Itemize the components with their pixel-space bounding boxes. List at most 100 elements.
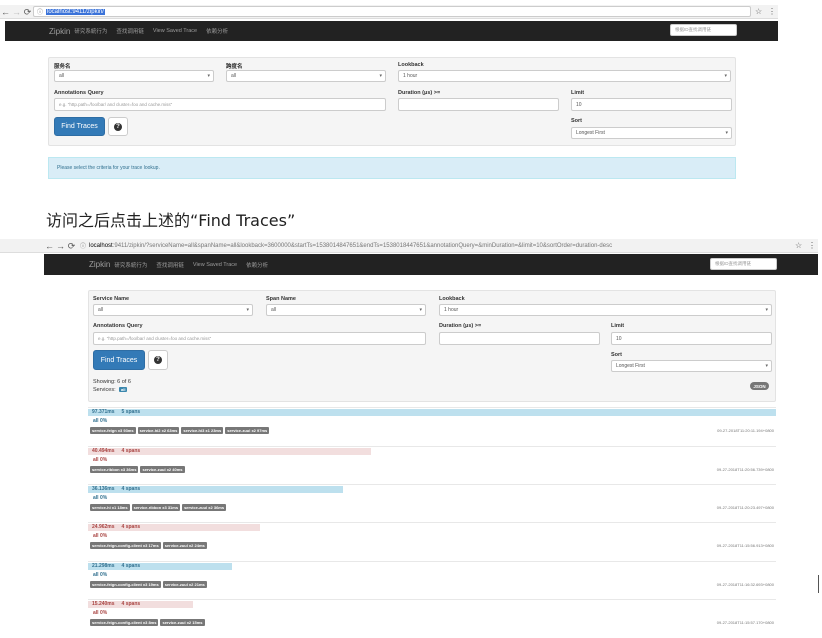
trace-span-count: 4 spans (121, 601, 141, 607)
reload-icon[interactable]: ⟳ (22, 6, 33, 18)
trace-percentage: all 0% (93, 533, 108, 539)
back-icon[interactable]: ← (44, 240, 55, 252)
navbar-top: Zipkin 研究系統行为 查找调用链 View Saved Trace 依赖分… (5, 21, 778, 41)
nav-link-view-saved-trace[interactable]: View Saved Trace (153, 28, 197, 34)
chevron-down-icon: ▾ (725, 130, 728, 136)
sort-select[interactable]: Longest First ▾ (571, 127, 732, 139)
duration-input[interactable] (398, 98, 559, 111)
span-select[interactable]: all ▾ (266, 304, 426, 316)
find-traces-button[interactable]: Find Traces (54, 117, 105, 136)
find-traces-button[interactable]: Find Traces (93, 350, 145, 370)
service-select[interactable]: all ▾ (93, 304, 253, 316)
annotations-input[interactable]: e.g. "http.path=/foo/bar/ and cluster=fo… (93, 332, 426, 345)
trace-duration-bar: 24.962ms 4 spans (88, 524, 260, 531)
service-tag: service-feign-config-client x3 17ms (90, 542, 161, 549)
trace-timestamp: 09-27-2018T11:16:32.693+0800 (716, 582, 774, 587)
lookback-select[interactable]: 1 hour ▾ (439, 304, 772, 316)
service-filter-badge[interactable]: all (119, 387, 128, 392)
trace-duration: 36.136ms (92, 486, 115, 492)
help-button[interactable]: ? (108, 117, 128, 136)
duration-input[interactable] (439, 332, 600, 345)
trace-row[interactable]: 21.298ms 4 spans all 0% service-feign-confi… (88, 561, 776, 600)
info-alert: Please select the criteria for your trac… (48, 157, 736, 179)
showing-count: Showing: 6 of 6 (93, 379, 131, 385)
limit-input[interactable]: 10 (611, 332, 772, 345)
question-icon: ? (114, 122, 122, 131)
nav-link-dependencies[interactable]: 依赖分析 (246, 261, 268, 269)
trace-percentage: all 0% (93, 418, 108, 424)
span-select[interactable]: all ▾ (226, 70, 386, 82)
nav-link-investigate[interactable]: 研究系統行为 (74, 27, 107, 35)
sort-label: Sort (611, 352, 622, 358)
sort-select-value: Longest First (576, 130, 605, 136)
trace-row[interactable]: 24.962ms 4 spans all 0% service-feign-confi… (88, 522, 776, 561)
trace-duration: 21.298ms (92, 563, 115, 569)
limit-input[interactable]: 10 (571, 98, 732, 111)
nav-link-dependencies[interactable]: 依赖分析 (206, 27, 228, 35)
help-button[interactable]: ? (148, 350, 168, 370)
lookback-select[interactable]: 1 hour ▾ (398, 70, 731, 82)
nav-link-find-traces[interactable]: 查找调用链 (156, 261, 184, 269)
json-button[interactable]: JSON (750, 382, 769, 390)
forward-icon[interactable]: → (55, 240, 66, 252)
trace-duration-bar: 21.298ms 4 spans (88, 563, 233, 570)
trace-span-count: 4 spans (121, 448, 141, 454)
reload-icon[interactable]: ⟳ (66, 240, 77, 252)
trace-timestamp: 09-27-2018T11:15:57.170+0800 (716, 620, 774, 625)
lookback-select-value: 1 hour (403, 73, 418, 79)
span-label: Span Name (266, 296, 296, 302)
brand-logo[interactable]: Zipkin (89, 260, 110, 269)
bookmark-star-icon[interactable]: ☆ (755, 7, 762, 16)
service-tag: service-ribbon x3 36ms (90, 466, 139, 473)
trace-id-search-input[interactable]: 根据ID查找调用链 (670, 24, 737, 36)
brand-logo[interactable]: Zipkin (49, 27, 70, 36)
url-rest: :9411/zipkin/?serviceName=all&spanName=a… (112, 242, 613, 249)
lookback-label: Lookback (398, 62, 424, 68)
trace-service-tags: service-feign x3 93ms service-hi2 x2 63ms… (90, 427, 270, 434)
trace-duration: 97.371ms (92, 409, 115, 415)
trace-service-tags: service-feign-config-client x3 19ms servi… (90, 581, 207, 588)
limit-label: Limit (611, 323, 625, 329)
trace-timestamp: 09-27-2018T11:20:56.739+0800 (716, 467, 774, 472)
address-bar[interactable]: ⓘ localhost:9411/zipkin/?serviceName=all… (77, 240, 795, 251)
nav-link-investigate[interactable]: 研究系統行为 (114, 261, 147, 269)
lookback-label: Lookback (439, 296, 465, 302)
back-icon[interactable]: ← (0, 6, 11, 18)
trace-span-count: 4 spans (121, 563, 141, 569)
address-bar[interactable]: ⓘ localhost:9411/zipkin/ (33, 6, 751, 17)
chevron-down-icon: ▾ (246, 307, 249, 313)
chevron-down-icon: ▾ (765, 307, 768, 313)
annotations-input[interactable]: e.g. "http.path=/foo/bar/ and cluster=fo… (54, 98, 386, 111)
forward-icon[interactable]: → (11, 6, 22, 18)
trace-row[interactable]: 15.240ms 4 spans all 0% service-feign-confi… (88, 599, 776, 638)
trace-percentage: all 0% (93, 572, 108, 578)
trace-id-search-input[interactable]: 根据ID查找调用链 (710, 258, 777, 270)
trace-row[interactable]: 40.494ms 4 spans all 0% service-ribbon x3 3… (88, 446, 776, 485)
trace-duration: 40.494ms (92, 448, 115, 454)
service-select[interactable]: all ▾ (54, 70, 214, 82)
span-label: 跨度名 (226, 64, 243, 70)
service-tag: service-zuul x2 36ms (182, 504, 227, 511)
trace-row[interactable]: 36.136ms 4 spans all 0% service-hi x1 18ms s… (88, 484, 776, 523)
service-select-value: all (59, 73, 65, 79)
sort-select-value: Longest First (616, 363, 645, 369)
question-icon: ? (154, 356, 162, 364)
nav-link-view-saved-trace[interactable]: View Saved Trace (193, 262, 237, 268)
menu-kebab-icon[interactable]: ⋮ (768, 7, 776, 16)
menu-kebab-icon[interactable]: ⋮ (808, 241, 816, 250)
service-select-value: all (98, 307, 104, 313)
sort-select[interactable]: Longest First ▾ (611, 360, 772, 372)
trace-percentage: all 0% (93, 610, 108, 616)
trace-service-tags: service-ribbon x3 36ms service-zuul x2 40… (90, 466, 185, 473)
trace-row[interactable]: 97.371ms 5 spans all 0% service-feign x3 93… (88, 407, 776, 446)
chevron-down-icon: ▾ (724, 73, 727, 79)
chevron-down-icon: ▾ (207, 73, 210, 79)
nav-link-find-traces[interactable]: 查找调用链 (116, 27, 144, 35)
trace-timestamp: 09-27-2018T11:20:11.194+0800 (717, 428, 774, 433)
bookmark-star-icon[interactable]: ☆ (795, 241, 802, 250)
scrollbar-thumb[interactable] (818, 575, 819, 593)
service-tag: service-zuul x2 97ms (225, 427, 270, 434)
trace-timestamp: 09-27-2018T11:20:23.497+0800 (716, 505, 774, 510)
service-tag: service-feign-config-client x3 19ms (90, 581, 161, 588)
duration-label: Duration (μs) >= (398, 90, 441, 96)
